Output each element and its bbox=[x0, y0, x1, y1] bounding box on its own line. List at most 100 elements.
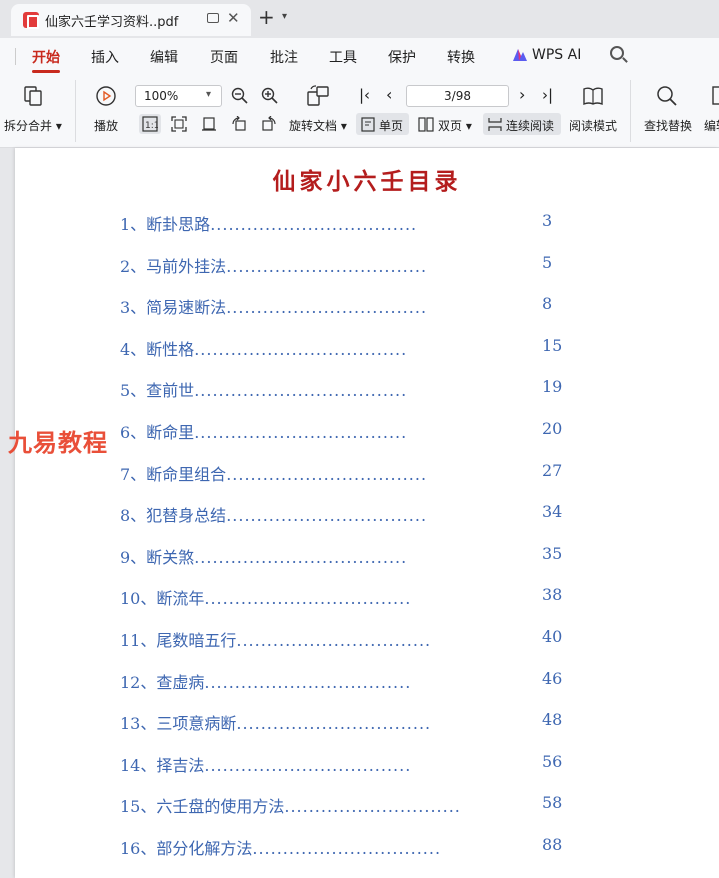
toc-entry[interactable]: 5、查前世................................... bbox=[120, 377, 407, 401]
fit-width-icon[interactable] bbox=[201, 116, 217, 132]
read-mode-icon[interactable] bbox=[582, 85, 604, 107]
window-mode-icon[interactable] bbox=[207, 13, 219, 23]
toolbar-divider bbox=[75, 80, 76, 142]
last-page-icon[interactable]: ›| bbox=[542, 86, 553, 104]
svg-text:1:1: 1:1 bbox=[145, 121, 158, 131]
toc-leader-dots: ................................... bbox=[194, 340, 408, 359]
zoom-out-icon[interactable] bbox=[231, 87, 249, 105]
toc-entry[interactable]: 16、部分化解方法............................... bbox=[120, 835, 441, 859]
play-button[interactable]: 播放 bbox=[94, 117, 118, 134]
toc-page-number: 20 bbox=[542, 419, 563, 438]
zoom-in-icon[interactable] bbox=[261, 87, 279, 105]
toc-entry[interactable]: 14、择吉法.................................. bbox=[120, 752, 411, 776]
toc-page-number: 8 bbox=[542, 294, 553, 313]
zoom-value: 100% bbox=[144, 89, 179, 103]
menu-annotate[interactable]: 批注 bbox=[270, 47, 298, 67]
toc-entry[interactable]: 6、断命里................................... bbox=[120, 419, 407, 443]
menu-insert[interactable]: 插入 bbox=[91, 47, 119, 67]
toc-leader-dots: ................................. bbox=[226, 257, 428, 276]
search-icon[interactable] bbox=[610, 46, 624, 60]
toc-leader-dots: .................................. bbox=[210, 215, 418, 234]
find-replace-button[interactable]: 查找替换 bbox=[644, 117, 692, 134]
menu-tools[interactable]: 工具 bbox=[329, 47, 357, 67]
chevron-down-icon: ▾ bbox=[206, 89, 212, 100]
toc-entry[interactable]: 10、断流年.................................. bbox=[120, 585, 411, 609]
rotate-document-icon[interactable] bbox=[306, 85, 330, 107]
toc-page-number: 40 bbox=[542, 627, 563, 646]
next-page-icon[interactable]: › bbox=[519, 85, 525, 104]
menu-protect[interactable]: 保护 bbox=[388, 47, 416, 67]
toc-entry[interactable]: 13、三项意病断................................ bbox=[120, 710, 431, 734]
toc-page-number: 5 bbox=[542, 253, 553, 272]
toc-label: 8、犯替身总结 bbox=[120, 506, 227, 525]
active-tab-underline bbox=[32, 70, 60, 73]
find-icon[interactable] bbox=[656, 85, 678, 107]
chevron-down-icon[interactable]: ▾ bbox=[282, 11, 287, 22]
read-mode-button[interactable]: 阅读模式 bbox=[569, 117, 617, 134]
toc-leader-dots: ................................... bbox=[194, 548, 408, 567]
menu-wps-ai[interactable]: WPS AI bbox=[532, 47, 581, 63]
toc-leader-dots: ............................... bbox=[252, 839, 442, 858]
toc-label: 10、断流年 bbox=[120, 589, 205, 608]
edit-icon[interactable] bbox=[711, 85, 719, 107]
toc-leader-dots: ................................... bbox=[194, 381, 408, 400]
toc-page-number: 56 bbox=[542, 752, 563, 771]
toc-entry[interactable]: 3、简易速断法................................. bbox=[120, 294, 427, 318]
split-merge-button[interactable]: 拆分合并 ▾ bbox=[4, 117, 62, 134]
toc-entry[interactable]: 8、犯替身总结................................. bbox=[120, 502, 427, 526]
toc-label: 11、尾数暗五行 bbox=[120, 631, 237, 650]
toc-label: 2、马前外挂法 bbox=[120, 257, 227, 276]
toc-entry[interactable]: 7、断命里组合................................. bbox=[120, 461, 427, 485]
toc-label: 5、查前世 bbox=[120, 381, 195, 400]
close-tab-icon[interactable]: ✕ bbox=[227, 9, 240, 27]
toc-page-number: 58 bbox=[542, 793, 563, 812]
toc-entry[interactable]: 15、六壬盘的使用方法............................. bbox=[120, 793, 461, 817]
document-title: 仙家小六壬目录 bbox=[272, 168, 462, 195]
watermark-text: 九易教程 bbox=[8, 429, 108, 457]
rotate-document-button[interactable]: 旋转文档 ▾ bbox=[289, 117, 347, 134]
menu-edit[interactable]: 编辑 bbox=[150, 47, 178, 67]
edit-button[interactable]: 编辑 bbox=[704, 117, 719, 134]
single-page-label: 单页 bbox=[379, 119, 404, 133]
toc-entry[interactable]: 9、断关煞................................... bbox=[120, 544, 407, 568]
fit-page-icon[interactable] bbox=[171, 116, 187, 132]
new-tab-icon[interactable]: + bbox=[258, 5, 275, 29]
toc-leader-dots: ................................. bbox=[226, 465, 428, 484]
toc-entry[interactable]: 4、断性格................................... bbox=[120, 336, 407, 360]
prev-page-icon[interactable]: ‹ bbox=[386, 85, 392, 104]
rotate-right-icon[interactable] bbox=[261, 116, 277, 132]
toc-page-number: 3 bbox=[542, 211, 553, 230]
double-page-icon[interactable] bbox=[418, 117, 434, 132]
rotate-left-icon[interactable] bbox=[231, 116, 247, 132]
double-page-button[interactable]: 双页 ▾ bbox=[438, 117, 472, 134]
zoom-select[interactable]: 100% ▾ bbox=[135, 85, 222, 107]
toc-entry[interactable]: 11、尾数暗五行................................ bbox=[120, 627, 431, 651]
toc-page-number: 34 bbox=[542, 502, 563, 521]
toc-entry[interactable]: 12、查虚病.................................. bbox=[120, 669, 411, 693]
first-page-icon[interactable]: |‹ bbox=[359, 86, 370, 104]
toc-leader-dots: ................................. bbox=[226, 506, 428, 525]
tab-bar: 仙家六壬学习资料..pdf ✕ + ▾ bbox=[0, 0, 719, 38]
actual-size-icon: 1:1 bbox=[142, 116, 158, 132]
toc-leader-dots: ................................. bbox=[226, 298, 428, 317]
toc-page-number: 35 bbox=[542, 544, 563, 563]
toc-label: 13、三项意病断 bbox=[120, 714, 237, 733]
toolbar-divider bbox=[630, 80, 631, 142]
page-number-input[interactable]: 3/98 bbox=[406, 85, 509, 107]
toc-label: 9、断关煞 bbox=[120, 548, 195, 567]
toc-page-number: 88 bbox=[542, 835, 563, 854]
toc-leader-dots: ................................... bbox=[194, 423, 408, 442]
toc-page-number: 46 bbox=[542, 669, 563, 688]
toc-label: 12、查虚病 bbox=[120, 673, 205, 692]
single-page-icon bbox=[361, 117, 375, 132]
toc-entry[interactable]: 2、马前外挂法................................. bbox=[120, 253, 427, 277]
menu-divider bbox=[15, 48, 16, 65]
menu-page[interactable]: 页面 bbox=[210, 47, 238, 67]
play-icon[interactable] bbox=[95, 85, 117, 107]
document-tab[interactable]: 仙家六壬学习资料..pdf ✕ bbox=[11, 4, 251, 36]
menu-home[interactable]: 开始 bbox=[32, 47, 60, 67]
toc-entry[interactable]: 1、断卦思路.................................. bbox=[120, 211, 417, 235]
toc-label: 16、部分化解方法 bbox=[120, 839, 253, 858]
split-merge-icon[interactable] bbox=[22, 85, 44, 107]
menu-convert[interactable]: 转换 bbox=[447, 47, 475, 67]
